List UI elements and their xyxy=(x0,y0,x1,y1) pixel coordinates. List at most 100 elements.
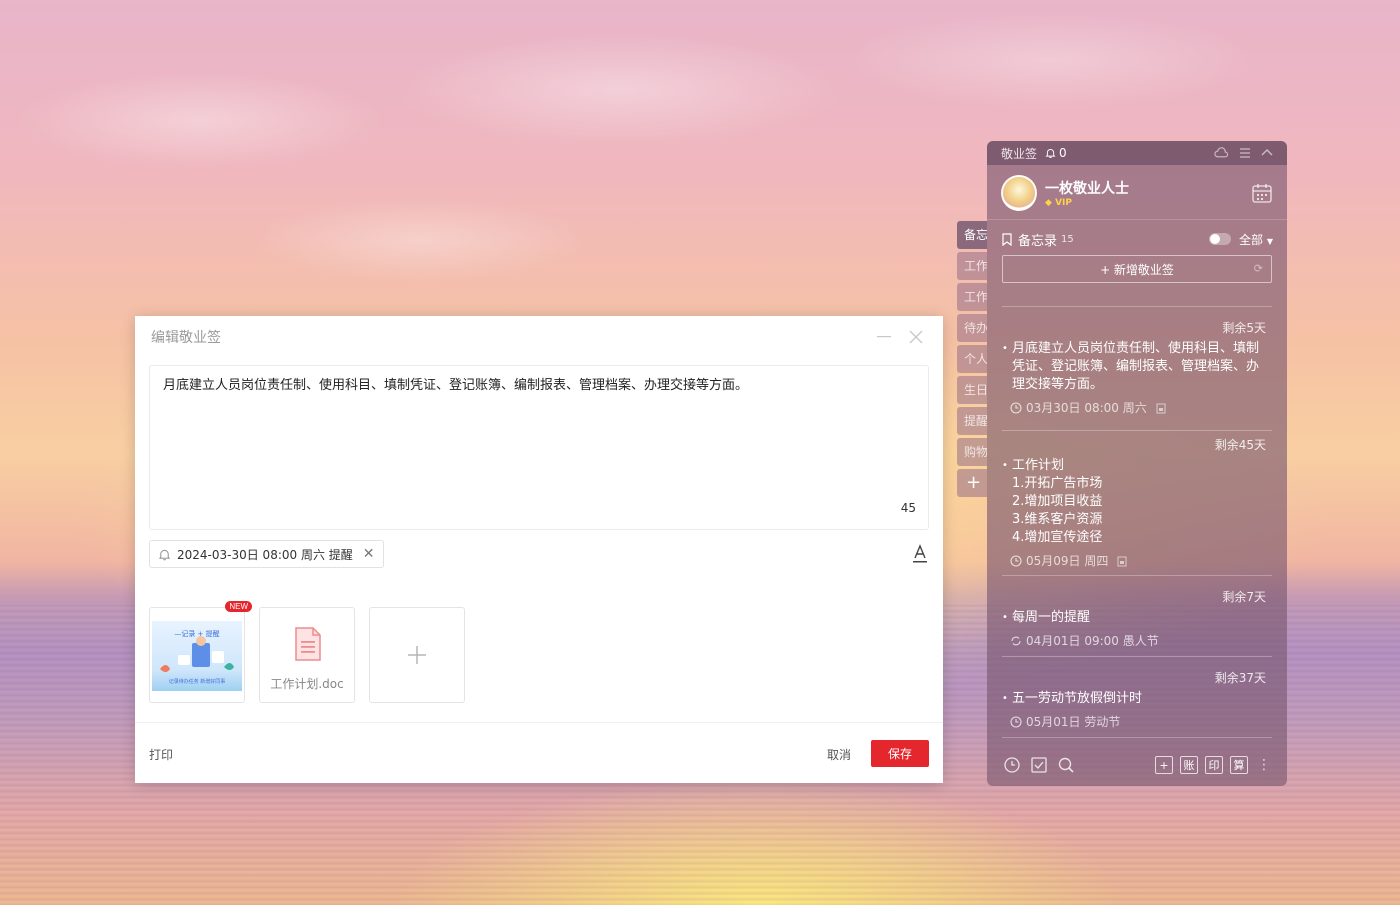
tab-shopping[interactable]: 购物 xyxy=(957,438,987,466)
category-name: 备忘录 xyxy=(1018,233,1058,249)
reminder-text: 2024-03-30日 08:00 周六 提醒 xyxy=(177,547,353,562)
notification-bell[interactable]: 0 xyxy=(1045,146,1067,160)
collapse-icon[interactable] xyxy=(1261,147,1273,159)
print-link[interactable]: 打印 xyxy=(149,746,173,763)
note-editor[interactable]: 月底建立人员岗位责任制、使用科目、填制凭证、登记账簿、编制报表、管理档案、办理交… xyxy=(149,365,929,530)
note-line: 工作计划 xyxy=(1012,458,1065,473)
note-time: 03月30日 08:00 周六 xyxy=(1026,401,1147,415)
bell-icon xyxy=(1045,149,1056,159)
refresh-icon[interactable]: ⟳ xyxy=(1254,262,1263,275)
note-remaining: 剩余37天 xyxy=(1214,671,1266,685)
tab-personal[interactable]: 个人 xyxy=(957,345,987,373)
note-remaining: 剩余5天 xyxy=(1222,321,1266,335)
note-text: 工作计划 1.开拓广告市场 2.增加项目收益 3.维系客户资源 4.增加宣传途径 xyxy=(1002,457,1272,547)
note-time: 05月09日 周四 xyxy=(1026,554,1109,568)
note-text: 每周一的提醒 xyxy=(1002,609,1272,627)
search-icon[interactable] xyxy=(1057,756,1075,774)
cloud-sync-icon[interactable] xyxy=(1214,147,1229,159)
add-note-label: + 新增敬业签 xyxy=(1100,262,1174,277)
category-count: 15 xyxy=(1061,233,1074,245)
more-icon[interactable]: ⋮ xyxy=(1257,757,1271,773)
note-divider xyxy=(1002,306,1272,307)
add-note-button[interactable]: + 新增敬业签 ⟳ xyxy=(1002,255,1272,283)
attachment-icon xyxy=(1156,403,1166,413)
save-button[interactable]: 保存 xyxy=(871,740,929,767)
filter-label: 全部 xyxy=(1239,232,1264,247)
image-thumbnail: —记录 + 提醒 记录待办任务 新增好同事 xyxy=(152,621,242,691)
tab-work-2[interactable]: 工作 xyxy=(957,283,987,311)
note-time: 05月01日 劳动节 xyxy=(1026,715,1121,729)
view-toggle[interactable] xyxy=(1209,233,1231,245)
cancel-button[interactable]: 取消 xyxy=(827,746,851,763)
checklist-icon[interactable] xyxy=(1030,756,1048,774)
calculator-button[interactable]: 算 xyxy=(1230,756,1248,774)
dialog-divider xyxy=(135,722,943,723)
doc-attachment[interactable]: 工作计划.doc xyxy=(259,607,355,703)
remove-reminder-icon[interactable]: ✕ xyxy=(363,546,375,562)
category-row: 备忘录 15 全部 ▼ xyxy=(1001,229,1273,249)
note-divider xyxy=(1002,656,1272,657)
filter-dropdown[interactable]: 全部 ▼ xyxy=(1239,231,1273,248)
note-time: 04月01日 09:00 愚人节 xyxy=(1026,634,1159,648)
note-content[interactable]: 月底建立人员岗位责任制、使用科目、填制凭证、登记账簿、编制报表、管理档案、办理交… xyxy=(163,376,915,397)
add-note-icon[interactable]: + xyxy=(1155,756,1173,774)
note-remaining: 剩余45天 xyxy=(1214,438,1266,452)
reminder-tag[interactable]: 2024-03-30日 08:00 周六 提醒 ✕ xyxy=(149,540,384,568)
vip-label: VIP xyxy=(1055,198,1072,208)
note-line: 每周一的提醒 xyxy=(1012,610,1091,625)
print-button[interactable]: 印 xyxy=(1205,756,1223,774)
note-line: 1.开拓广告市场 xyxy=(1012,476,1103,491)
tab-reminder[interactable]: 提醒 xyxy=(957,407,987,435)
note-item[interactable]: 剩余7天 每周一的提醒 04月01日 09:00 愚人节 xyxy=(1002,588,1272,649)
panel-bottom-bar: + 账 印 算 ⋮ xyxy=(987,744,1287,786)
edit-note-dialog: 编辑敬业签 月底建立人员岗位责任制、使用科目、填制凭证、登记账簿、编制报表、管理… xyxy=(135,316,943,783)
add-attachment-button[interactable] xyxy=(369,607,465,703)
note-text: 五一劳动节放假倒计时 xyxy=(1002,690,1272,708)
note-line: 凭证、登记账簿、编制报表、管理档案、办 xyxy=(1012,359,1260,374)
tab-birthday[interactable]: 生日 xyxy=(957,376,987,404)
note-line: 月底建立人员岗位责任制、使用科目、填制 xyxy=(1012,341,1260,356)
note-text: 月底建立人员岗位责任制、使用科目、填制 凭证、登记账簿、编制报表、管理档案、办 … xyxy=(1002,340,1272,394)
panel-tools xyxy=(1214,147,1273,159)
notes-panel: 敬业签 0 一枚敬业人士 ◆ VIP 备忘录 15 全部 ▼ + 新增敬业签 ⟳… xyxy=(987,141,1287,786)
plus-icon xyxy=(408,646,426,664)
note-line: 4.增加宣传途径 xyxy=(1012,530,1103,545)
note-line: 3.维系客户资源 xyxy=(1012,512,1103,527)
menu-icon[interactable] xyxy=(1239,147,1251,159)
note-item[interactable]: 剩余5天 月底建立人员岗位责任制、使用科目、填制 凭证、登记账簿、编制报表、管理… xyxy=(1002,319,1272,416)
image-attachment[interactable]: NEW —记录 + 提醒 记录待办任务 新增好同事 xyxy=(149,601,252,703)
bell-icon xyxy=(158,549,171,560)
note-line: 五一劳动节放假倒计时 xyxy=(1012,691,1143,706)
user-row: 一枚敬业人士 ◆ VIP xyxy=(1001,175,1273,211)
category-tabs: 备忘 工作 工作 待办 个人 生日 提醒 购物 + xyxy=(957,221,987,500)
note-meta: 04月01日 09:00 愚人节 xyxy=(1002,632,1272,649)
history-icon[interactable] xyxy=(1003,756,1021,774)
calendar-icon[interactable] xyxy=(1251,182,1273,204)
avatar[interactable] xyxy=(1001,175,1037,211)
note-meta: 05月01日 劳动节 xyxy=(1002,713,1272,730)
close-icon[interactable] xyxy=(905,326,927,348)
note-line: 理交接等方面。 xyxy=(1012,377,1104,392)
app-name[interactable]: 敬业签 xyxy=(1001,145,1037,162)
clock-icon xyxy=(1010,554,1022,567)
note-item[interactable]: 剩余37天 五一劳动节放假倒计时 05月01日 劳动节 xyxy=(1002,669,1272,730)
tab-todo[interactable]: 待办 xyxy=(957,314,987,342)
minimize-icon[interactable] xyxy=(873,326,895,348)
clock-icon xyxy=(1010,401,1022,414)
user-name[interactable]: 一枚敬业人士 xyxy=(1045,178,1129,198)
tab-memo[interactable]: 备忘 xyxy=(957,221,987,249)
dialog-title: 编辑敬业签 xyxy=(151,330,221,346)
ledger-button[interactable]: 账 xyxy=(1180,756,1198,774)
add-tab-button[interactable]: + xyxy=(957,469,987,497)
note-item[interactable]: 剩余45天 工作计划 1.开拓广告市场 2.增加项目收益 3.维系客户资源 4.… xyxy=(1002,436,1272,569)
font-style-icon[interactable] xyxy=(911,544,929,564)
panel-divider xyxy=(987,219,1287,220)
repeat-icon xyxy=(1011,636,1021,645)
note-line: 2.增加项目收益 xyxy=(1012,494,1103,509)
clock-icon xyxy=(1010,715,1022,728)
bell-count: 0 xyxy=(1059,146,1067,160)
note-divider xyxy=(1002,430,1272,431)
user-info: 一枚敬业人士 ◆ VIP xyxy=(1045,178,1129,208)
chevron-down-icon: ▼ xyxy=(1266,236,1273,246)
tab-work-1[interactable]: 工作 xyxy=(957,252,987,280)
